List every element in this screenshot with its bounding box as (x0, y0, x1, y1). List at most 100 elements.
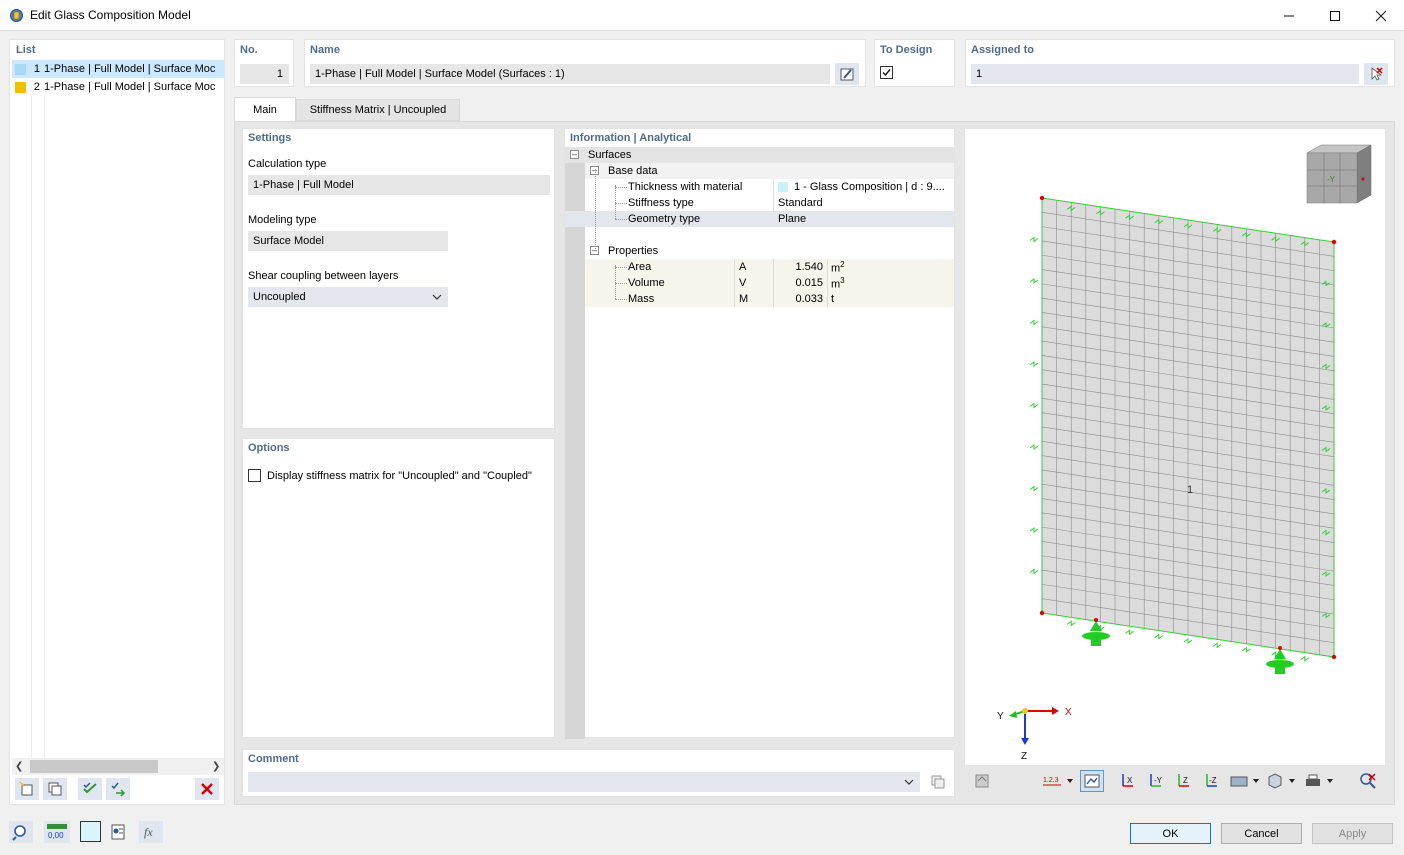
surface-mesh (1041, 200, 1335, 655)
scroll-right-icon[interactable]: ❯ (212, 761, 220, 772)
apply-button[interactable]: Apply (1312, 823, 1393, 844)
tree-row-stiffness-type[interactable]: Stiffness type Standard (585, 195, 954, 211)
list-header: List (16, 44, 36, 56)
svg-text:1.2.3: 1.2.3 (1043, 777, 1059, 784)
minimize-button[interactable] (1266, 0, 1312, 31)
print-dropdown[interactable] (1302, 770, 1336, 792)
svg-text:fx: fx (144, 825, 153, 839)
tree-volume-value: 0.015 (795, 277, 823, 289)
tree-area-unit: m2 (831, 260, 845, 275)
calc-type-field: 1-Phase | Full Model (248, 175, 550, 195)
edge-marker (1029, 402, 1039, 409)
settings-panel: Settings Calculation type 1-Phase | Full… (242, 128, 555, 429)
scroll-left-icon[interactable]: ❮ (15, 761, 23, 772)
ok-button[interactable]: OK (1130, 823, 1211, 844)
list-item[interactable]: 1 1-Phase | Full Model | Surface Moc (12, 60, 224, 78)
copy-item-button[interactable] (43, 778, 67, 800)
horizontal-scrollbar[interactable]: ❮ ❯ (12, 758, 224, 775)
view-minus-y-button[interactable]: -Y (1144, 770, 1168, 792)
tree-properties-label: Properties (608, 245, 659, 257)
name-field[interactable]: 1-Phase | Full Model | Surface Model (Su… (310, 64, 830, 84)
model-viewport[interactable]: 1 -Y X Y Z (964, 128, 1386, 766)
edge-marker (1029, 319, 1039, 326)
view-reset-button[interactable] (970, 770, 994, 792)
tree-volume-label: Volume (628, 277, 665, 289)
tree-area-symbol: A (739, 261, 747, 273)
check-all-button[interactable] (78, 778, 102, 800)
close-button[interactable] (1358, 0, 1404, 31)
tree-row-base-data[interactable]: – Base data (585, 163, 954, 179)
tree-stiffness-label: Stiffness type (628, 197, 694, 209)
shear-coupling-label: Shear coupling between layers (248, 270, 399, 282)
view-cube-icon[interactable]: -Y (1306, 144, 1372, 204)
edge-marker (1029, 527, 1039, 533)
comment-input[interactable] (248, 772, 920, 792)
app-icon (9, 8, 24, 23)
assigned-field[interactable]: 1 (971, 64, 1359, 84)
list-item-label: 1-Phase | Full Model | Surface Moc (44, 81, 216, 93)
new-item-button[interactable] (15, 778, 39, 800)
list-item[interactable]: 2 1-Phase | Full Model | Surface Moc (12, 78, 224, 96)
numbering-dropdown[interactable]: 1.2.3 (1040, 770, 1076, 792)
tree-row-surfaces[interactable]: – Surfaces (565, 147, 954, 163)
color-swatch (15, 81, 26, 93)
view-z-button[interactable]: Z (1172, 770, 1196, 792)
tree-base-data-label: Base data (608, 165, 658, 177)
scrollbar-thumb[interactable] (30, 760, 158, 773)
shear-coupling-select[interactable]: Uncoupled (248, 287, 448, 307)
units-button[interactable]: 0,00 (44, 821, 70, 843)
tree-area-label: Area (628, 261, 652, 273)
delete-item-button[interactable] (195, 778, 219, 800)
to-design-checkbox[interactable] (880, 66, 893, 79)
isometric-view-dropdown[interactable] (1264, 770, 1298, 792)
calc-type-label: Calculation type (248, 158, 327, 170)
help-search-button[interactable] (9, 821, 33, 843)
view-x-button[interactable]: X (1116, 770, 1140, 792)
view-minus-z-button[interactable]: -Z (1200, 770, 1224, 792)
tree-mass-unit: t (831, 293, 835, 305)
edge-marker (1242, 646, 1251, 653)
material-color-swatch (778, 182, 788, 192)
tab-stiffness-matrix[interactable]: Stiffness Matrix | Uncoupled (296, 99, 460, 121)
svg-text:0,00: 0,00 (48, 831, 64, 840)
tab-main[interactable]: Main (234, 97, 296, 122)
edit-name-button[interactable] (835, 63, 859, 85)
list-item-label: 1-Phase | Full Model | Surface Moc (44, 63, 216, 75)
display-stiffness-checkbox[interactable] (248, 469, 261, 482)
edge-marker (1300, 655, 1310, 662)
cancel-button[interactable]: Cancel (1221, 823, 1302, 844)
maximize-button[interactable] (1312, 0, 1358, 31)
name-panel: Name 1-Phase | Full Model | Surface Mode… (304, 39, 866, 87)
tree-row-thickness[interactable]: Thickness with material 1 - Glass Compos… (585, 179, 954, 195)
color-swatch (15, 63, 26, 75)
tree-row-properties[interactable]: – Properties (585, 243, 954, 259)
edge-marker (1066, 620, 1076, 627)
comment-panel: Comment (242, 749, 955, 797)
window-title: Edit Glass Composition Model (30, 8, 191, 22)
search-icon (12, 825, 26, 841)
model-graphic[interactable]: 1 -Y X Y Z (965, 129, 1385, 765)
formula-button[interactable]: fx (139, 821, 163, 843)
collapse-icon[interactable]: – (570, 150, 579, 159)
tree-row-area[interactable]: Area A 1.540 m2 (585, 259, 954, 275)
check-toggle-button[interactable] (106, 778, 130, 800)
color-button[interactable] (80, 821, 101, 842)
comment-label: Comment (248, 753, 299, 765)
surface-number-label: 1 (1187, 484, 1193, 496)
display-properties-button[interactable] (1080, 770, 1104, 792)
zoom-cancel-button[interactable] (1356, 770, 1380, 792)
svg-text:Z: Z (1183, 776, 1188, 785)
svg-text:-Y: -Y (1154, 776, 1163, 785)
chevron-down-icon (432, 294, 442, 300)
comment-library-button[interactable] (926, 771, 950, 793)
model-info-button[interactable] (106, 821, 130, 843)
edge-marker (1029, 485, 1039, 492)
tree-row-volume[interactable]: Volume V 0.015 m3 (585, 275, 954, 291)
modeling-type-label: Modeling type (248, 214, 317, 226)
select-assignment-button[interactable] (1364, 63, 1388, 85)
tree-row-mass[interactable]: Mass M 0.033 t (585, 291, 954, 307)
node-point (1331, 654, 1337, 660)
number-field[interactable]: 1 (240, 64, 289, 84)
display-stiffness-label: Display stiffness matrix for "Uncoupled"… (267, 470, 532, 482)
render-mode-dropdown[interactable] (1228, 770, 1262, 792)
